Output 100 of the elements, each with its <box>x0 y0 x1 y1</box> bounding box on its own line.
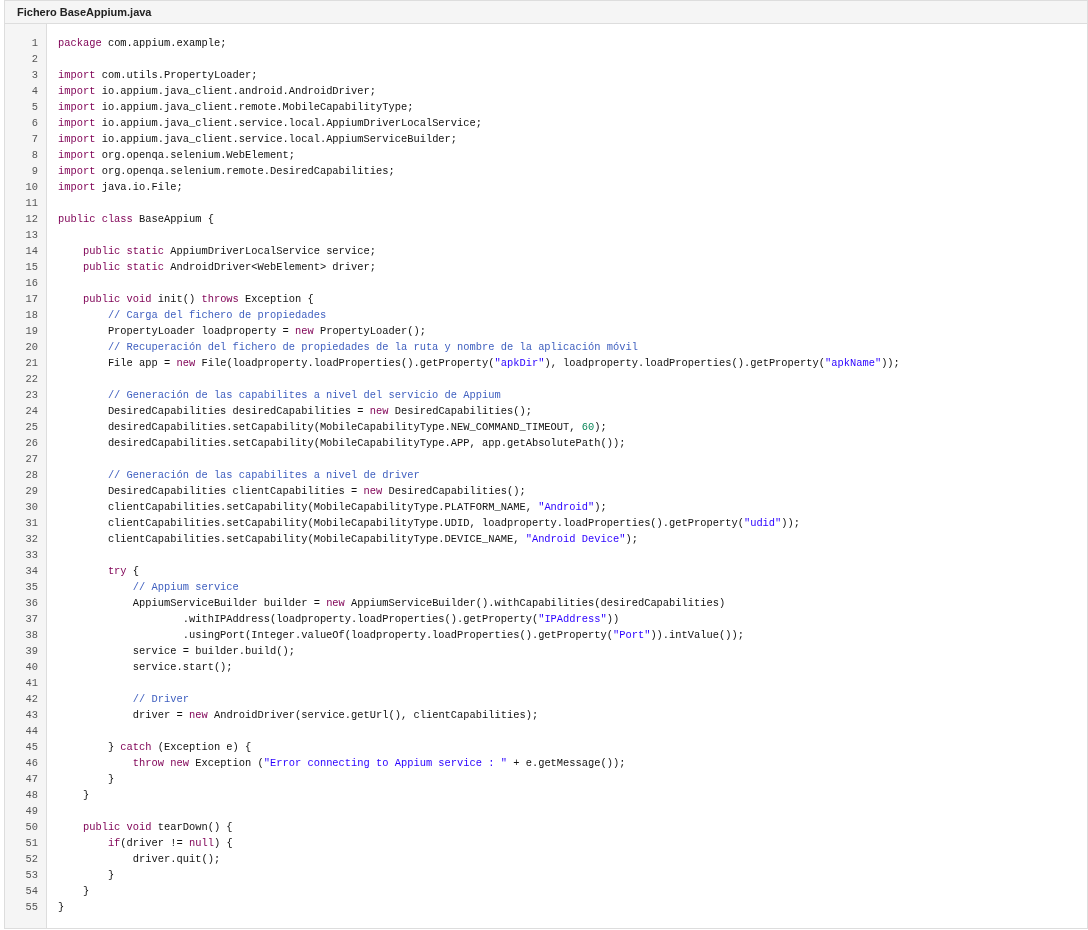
code-line: if(driver != null) { <box>106 836 234 851</box>
code-line: import org.openqa.selenium.WebElement; <box>58 148 296 163</box>
code-line: } <box>106 772 116 787</box>
code-line: PropertyLoader loadproperty = new PropertyLoader(); <box>106 324 427 339</box>
line-number: 26 <box>24 436 39 451</box>
line-number: 8 <box>30 148 39 163</box>
line-number: 18 <box>24 308 39 323</box>
line-number: 13 <box>24 228 39 243</box>
line-number: 25 <box>24 420 39 435</box>
line-number: 38 <box>24 628 39 643</box>
line-number: 15 <box>24 260 39 275</box>
line-number: 21 <box>24 356 39 371</box>
line-number: 1 <box>30 36 39 51</box>
code-line: service = builder.build(); <box>131 644 296 659</box>
code-line: desiredCapabilities.setCapability(MobileCapabilityType.NEW_COMMAND_TIMEOUT, 60); <box>106 420 608 435</box>
line-number: 32 <box>24 532 39 547</box>
line-number: 19 <box>24 324 39 339</box>
line-number: 43 <box>24 708 39 723</box>
line-number: 54 <box>24 884 39 899</box>
line-number: 24 <box>24 404 39 419</box>
line-number: 34 <box>24 564 39 579</box>
line-number: 42 <box>24 692 39 707</box>
code-line: } <box>58 900 66 915</box>
code-line: import org.openqa.selenium.remote.DesiredCapabilities; <box>58 164 396 179</box>
code-line: driver = new AndroidDriver(service.getUrl(), clientCapabilities); <box>131 708 540 723</box>
line-number: 2 <box>30 52 39 67</box>
line-number: 33 <box>24 548 39 563</box>
line-number: 23 <box>24 388 39 403</box>
line-number: 14 <box>24 244 39 259</box>
code-line: desiredCapabilities.setCapability(MobileCapabilityType.APP, app.getAbsolutePath()); <box>106 436 627 451</box>
line-number: 31 <box>24 516 39 531</box>
line-number: 30 <box>24 500 39 515</box>
code-line: // Recuperación del fichero de propiedades de la ruta y nombre de la aplicación móvil <box>106 340 639 355</box>
code-line: clientCapabilities.setCapability(MobileCapabilityType.UDID, loadproperty.loadProperties().getProperty("udid")); <box>106 516 802 531</box>
code-line: try { <box>106 564 141 579</box>
line-number: 9 <box>30 164 39 179</box>
code-line: } <box>81 884 91 899</box>
line-number: 41 <box>24 676 39 691</box>
code-line: } <box>81 788 91 803</box>
code-line: service.start(); <box>131 660 234 675</box>
code-line: import com.utils.PropertyLoader; <box>58 68 259 83</box>
line-number: 52 <box>24 852 39 867</box>
line-number: 17 <box>24 292 39 307</box>
code-line: DesiredCapabilities desiredCapabilities = new DesiredCapabilities(); <box>106 404 533 419</box>
code-line: import java.io.File; <box>58 180 184 195</box>
code-line: import io.appium.java_client.service.local.AppiumDriverLocalService; <box>58 116 484 131</box>
line-number: 28 <box>24 468 39 483</box>
line-number: 29 <box>24 484 39 499</box>
line-number: 12 <box>24 212 39 227</box>
code-line: driver.quit(); <box>131 852 222 867</box>
line-number: 10 <box>24 180 39 195</box>
line-number: 6 <box>30 116 39 131</box>
code-line: public static AndroidDriver<WebElement> driver; <box>81 260 378 275</box>
code-line: DesiredCapabilities clientCapabilities = new DesiredCapabilities(); <box>106 484 527 499</box>
line-number: 16 <box>24 276 39 291</box>
code-line: package com.appium.example; <box>58 36 228 51</box>
line-number: 35 <box>24 580 39 595</box>
code-line: .withIPAddress(loadproperty.loadProperties().getProperty("IPAddress")) <box>181 612 621 627</box>
code-line: public class BaseAppium { <box>58 212 215 227</box>
line-number: 36 <box>24 596 39 611</box>
code-line: File app = new File(loadproperty.loadProperties().getProperty("apkDir"), loadproperty.loadProperties().getProperty("apkName")); <box>106 356 901 371</box>
line-number: 4 <box>30 84 39 99</box>
code-line: throw new Exception ("Error connecting to Appium service : " + e.getMessage()); <box>131 756 627 771</box>
code-line: public static AppiumDriverLocalService service; <box>81 244 378 259</box>
line-number: 27 <box>24 452 39 467</box>
code-line: public void tearDown() { <box>81 820 234 835</box>
line-number: 55 <box>24 900 39 915</box>
code-line: import io.appium.java_client.service.local.AppiumServiceBuilder; <box>58 132 459 147</box>
code-line: .usingPort(Integer.valueOf(loadproperty.loadProperties().getProperty("Port")).intValue()); <box>181 628 745 643</box>
line-number: 37 <box>24 612 39 627</box>
line-number: 48 <box>24 788 39 803</box>
line-number: 22 <box>24 372 39 387</box>
code-line: } <box>106 868 116 883</box>
line-number: 39 <box>24 644 39 659</box>
line-number: 20 <box>24 340 39 355</box>
code-line: // Carga del fichero de propiedades <box>106 308 328 323</box>
code-line: import io.appium.java_client.remote.MobileCapabilityType; <box>58 100 415 115</box>
line-number: 40 <box>24 660 39 675</box>
line-number: 11 <box>24 196 39 211</box>
line-number: 53 <box>24 868 39 883</box>
code-line: // Generación de las capabilites a nivel del servicio de Appium <box>106 388 502 403</box>
code-line: } catch (Exception e) { <box>106 740 253 755</box>
code-line: // Appium service <box>131 580 240 595</box>
line-number: 5 <box>30 100 39 115</box>
code-line: AppiumServiceBuilder builder = new AppiumServiceBuilder().withCapabilities(desiredCapabilities) <box>131 596 727 611</box>
line-number: 44 <box>24 724 39 739</box>
line-number: 51 <box>24 836 39 851</box>
line-number: 7 <box>30 132 39 147</box>
line-number: 45 <box>24 740 39 755</box>
line-number: 47 <box>24 772 39 787</box>
code-line: public void init() throws Exception { <box>81 292 315 307</box>
code-line: // Generación de las capabilites a nivel de driver <box>106 468 421 483</box>
file-title: Fichero BaseAppium.java <box>17 4 152 20</box>
code-line: // Driver <box>131 692 190 707</box>
line-number: 3 <box>30 68 39 83</box>
code-line: import io.appium.java_client.android.AndroidDriver; <box>58 84 377 99</box>
line-number: 46 <box>24 756 39 771</box>
code-line: clientCapabilities.setCapability(MobileCapabilityType.DEVICE_NAME, "Android Device"); <box>106 532 639 547</box>
line-number: 50 <box>24 820 39 835</box>
line-number: 49 <box>24 804 39 819</box>
